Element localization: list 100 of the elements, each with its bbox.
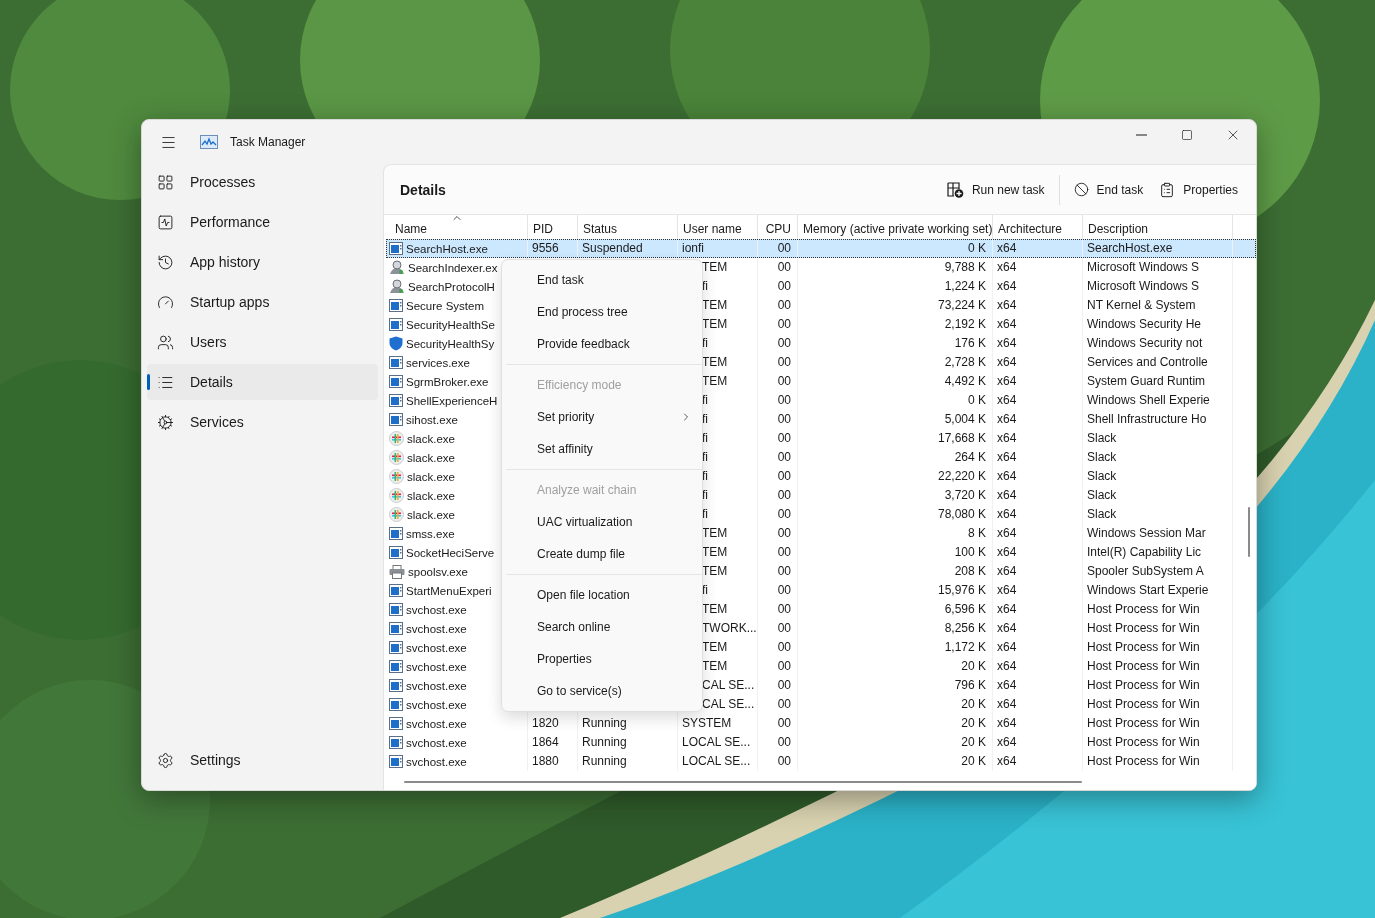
settings-item[interactable]: Settings: [147, 742, 378, 778]
table-cell: 8 K: [798, 524, 993, 543]
table-cell: x64: [993, 467, 1083, 486]
table-cell: x64: [993, 353, 1083, 372]
table-cell: Slack: [1083, 467, 1233, 486]
window-icon: [389, 736, 403, 749]
table-cell: Slack: [1083, 486, 1233, 505]
table-cell: 9556: [528, 239, 578, 258]
table-cell: 176 K: [798, 334, 993, 353]
settings-icon: [157, 751, 174, 769]
window-icon: [389, 356, 403, 369]
toolbar-button[interactable]: Run new task: [938, 173, 1053, 206]
table-cell: x64: [993, 600, 1083, 619]
process-name: svchost.exe: [406, 603, 467, 616]
gauge-icon: [157, 293, 174, 311]
process-name: SearchProtocolH: [408, 280, 495, 293]
nav-item[interactable]: Details: [147, 364, 378, 400]
table-cell: Windows Start Experie: [1083, 581, 1233, 600]
table-cell: 9,788 K: [798, 258, 993, 277]
table-cell: 4,492 K: [798, 372, 993, 391]
table-cell: 8,256 K: [798, 619, 993, 638]
table-cell: 00: [758, 486, 798, 505]
table-cell: Host Process for Win: [1083, 676, 1233, 695]
table-cell: x64: [993, 315, 1083, 334]
table-cell: Microsoft Windows S: [1083, 277, 1233, 296]
table-cell: x64: [993, 258, 1083, 277]
nav-item[interactable]: Users: [147, 324, 378, 360]
table-cell: 00: [758, 581, 798, 600]
scrollbar-thumb[interactable]: [404, 781, 1082, 783]
table-cell: 1880: [528, 752, 578, 771]
table-cell: x64: [993, 239, 1083, 258]
process-name: slack.exe: [407, 451, 455, 464]
process-name: StartMenuExperi: [406, 584, 492, 597]
nav-item[interactable]: Performance: [147, 204, 378, 240]
table-cell: 00: [758, 524, 798, 543]
table-cell: 00: [758, 372, 798, 391]
process-name: SearchIndexer.ex: [408, 261, 498, 274]
table-cell: x64: [993, 277, 1083, 296]
table-cell: x64: [993, 638, 1083, 657]
table-cell: Host Process for Win: [1083, 695, 1233, 714]
shield-icon: [389, 336, 403, 351]
table-cell: Windows Security not: [1083, 334, 1233, 353]
table-cell: 00: [758, 277, 798, 296]
window-icon: [389, 527, 403, 540]
table-cell: 00: [758, 562, 798, 581]
table-cell: Host Process for Win: [1083, 600, 1233, 619]
table-cell: Host Process for Win: [1083, 657, 1233, 676]
nav-item[interactable]: Startup apps: [147, 284, 378, 320]
table-cell: Shell Infrastructure Ho: [1083, 410, 1233, 429]
process-name: svchost.exe: [406, 660, 467, 673]
process-name: SecurityHealthSe: [406, 318, 495, 331]
table-cell: 20 K: [798, 714, 993, 733]
table-cell: 1,224 K: [798, 277, 993, 296]
table-cell: Running: [578, 714, 678, 733]
table-cell: SYSTEM: [678, 714, 758, 733]
table-cell: 6,596 K: [798, 600, 993, 619]
scrollbar-thumb[interactable]: [1248, 507, 1250, 557]
nav-item[interactable]: App history: [147, 244, 378, 280]
table-cell: Windows Security He: [1083, 315, 1233, 334]
table-cell: 3,720 K: [798, 486, 993, 505]
process-name: ShellExperienceH: [406, 394, 498, 407]
nav-item[interactable]: Processes: [147, 164, 378, 200]
window-icon: [389, 603, 403, 616]
grid-icon: [157, 173, 174, 191]
process-name: services.exe: [406, 356, 470, 369]
run-task-icon: [946, 181, 964, 198]
table-cell: 73,224 K: [798, 296, 993, 315]
table-cell: Host Process for Win: [1083, 752, 1233, 771]
table-cell: 78,080 K: [798, 505, 993, 524]
process-name: SocketHeciServe: [406, 546, 495, 559]
toolbar-button[interactable]: End task: [1065, 173, 1152, 206]
table-row[interactable]: svchost.exe 1864 Running LOCAL SE... 00 20 K x64 Host Process for Win: [386, 733, 1256, 752]
process-name: SecurityHealthSy: [406, 337, 495, 350]
table-row[interactable]: svchost.exe 1820 Running SYSTEM 00 20 K x64 Host Process for Win: [386, 714, 1256, 733]
table-cell: 00: [758, 600, 798, 619]
window-icon: [389, 641, 403, 654]
pinwheel-icon: [389, 431, 404, 446]
table-row[interactable]: svchost.exe 1880 Running LOCAL SE... 00 20 K x64 Host Process for Win: [386, 752, 1256, 771]
process-name: slack.exe: [407, 489, 455, 502]
window-icon: [389, 698, 403, 711]
table-cell: 22,220 K: [798, 467, 993, 486]
table-cell: 00: [758, 695, 798, 714]
pinwheel-icon: [389, 507, 404, 522]
process-name: svchost.exe: [406, 717, 467, 730]
process-name: spoolsv.exe: [408, 565, 468, 578]
window-icon: [389, 660, 403, 673]
table-cell: Host Process for Win: [1083, 619, 1233, 638]
window-icon: [389, 622, 403, 635]
table-cell: Services and Controlle: [1083, 353, 1233, 372]
table-cell: 00: [758, 714, 798, 733]
table-cell: 00: [758, 467, 798, 486]
table-cell: 00: [758, 505, 798, 524]
table-cell: Host Process for Win: [1083, 733, 1233, 752]
table-cell: 17,668 K: [798, 429, 993, 448]
table-row[interactable]: SearchHost.exe 9556 Suspended ionfi 00 0 K x64 SearchHost.exe: [386, 239, 1256, 258]
nav-item[interactable]: Services: [147, 404, 378, 440]
table-cell: 2,728 K: [798, 353, 993, 372]
toolbar-button[interactable]: Properties: [1151, 173, 1246, 206]
process-name: svchost.exe: [406, 698, 467, 711]
table-cell: 00: [758, 638, 798, 657]
